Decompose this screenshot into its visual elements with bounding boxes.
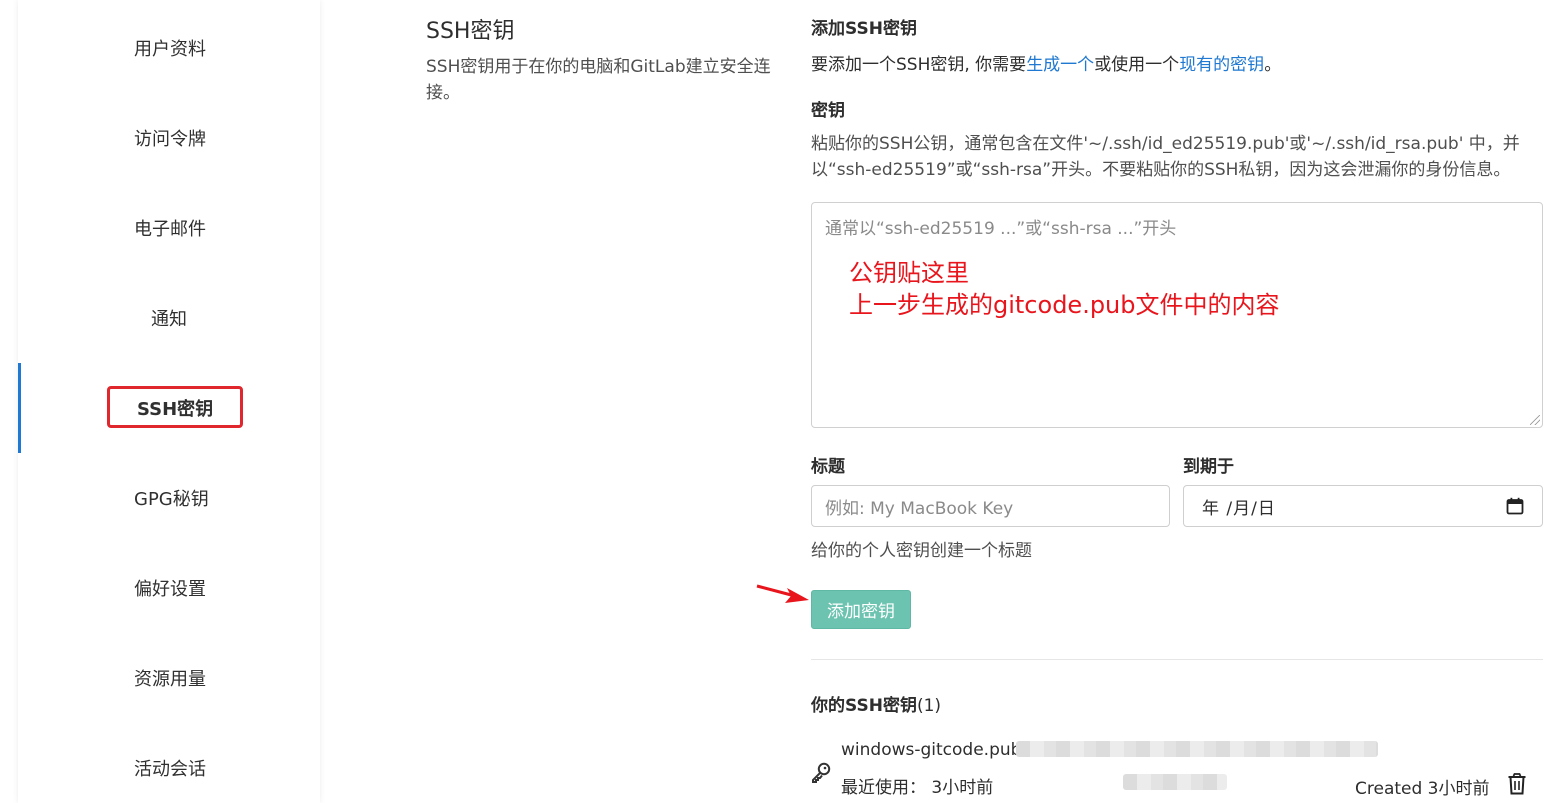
key-label: 密钥 [811,101,845,121]
sidebar-item-notifications[interactable]: 通知 [18,273,320,363]
key-last-used: 最近使用： 3小时前 [841,773,993,798]
generate-key-link[interactable]: 生成一个 [1026,55,1094,75]
sidebar-item-label: 访问令牌 [134,129,206,150]
sidebar-item-label: 用户资料 [134,39,206,60]
sidebar-item-label: 电子邮件 [134,219,206,240]
section-title: SSH密钥 [426,19,515,44]
arrow-annotation-icon [756,584,809,603]
sidebar-item-label: 通知 [151,309,187,330]
sidebar-item-profile[interactable]: 用户资料 [18,3,320,93]
resize-handle[interactable] [1530,415,1540,425]
annotation-line-1: 公钥贴这里 [849,259,969,287]
existing-key-link[interactable]: 现有的密钥 [1179,55,1264,75]
title-label: 标题 [811,457,845,477]
sidebar-item-emails[interactable]: 电子邮件 [18,183,320,273]
intro-text: 或使用一个 [1094,55,1180,75]
date-value: 年 /月/日 [1202,498,1276,519]
last-used-value: 3小时前 [931,778,994,798]
your-keys-heading: 你的SSH密钥(1) [811,691,941,716]
add-key-intro: 要添加一个SSH密钥, 你需要生成一个或使用一个现有的密钥。 [811,50,1281,75]
sidebar-item-label: 资源用量 [134,669,206,690]
key-list-item[interactable]: windows-gitcode.pub [841,740,1021,760]
ssh-keys-page: 用户资料 访问令牌 电子邮件 通知 SSH密钥 GPG秘钥 偏好设置 资源用量 … [0,0,1557,803]
key-name[interactable]: windows-gitcode.pub [841,740,1021,760]
redacted-expiry [1123,774,1227,790]
sidebar-item-usage[interactable]: 资源用量 [18,633,320,723]
sidebar-item-gpg-keys[interactable]: GPG秘钥 [18,453,320,543]
key-help-text: 粘贴你的SSH公钥，通常包含在文件'~/.ssh/id_ed25519.pub'… [811,134,1520,180]
keys-count: (1) [916,696,942,716]
sidebar-item-label: 偏好设置 [134,579,206,600]
sidebar-item-ssh-keys[interactable]: SSH密钥 [18,363,320,453]
sidebar-item-access-tokens[interactable]: 访问令牌 [18,93,320,183]
title-help-text: 给你的个人密钥创建一个标题 [811,541,1032,561]
calendar-icon[interactable] [1506,497,1524,515]
intro-text: 要添加一个SSH密钥, 你需要 [811,55,1027,75]
expires-label: 到期于 [1183,457,1234,477]
divider [811,659,1543,660]
section-description: SSH密钥用于在你的电脑和GitLab建立安全连接。 [426,57,771,103]
sidebar-item-label: SSH密钥 [137,399,214,420]
intro-text: 。 [1264,55,1282,75]
key-placeholder: 通常以“ssh-ed25519 ...”或“ssh-rsa ...”开头 [825,219,1177,239]
key-created: Created 3小时前 [1355,779,1490,799]
title-input[interactable]: 例如: My MacBook Key [811,485,1170,527]
add-key-heading: 添加SSH密钥 [811,19,917,39]
settings-sidebar: 用户资料 访问令牌 电子邮件 通知 SSH密钥 GPG秘钥 偏好设置 资源用量 … [18,0,320,803]
sidebar-item-label: GPG秘钥 [134,489,209,510]
add-key-button[interactable]: 添加密钥 [811,590,911,629]
last-used-label: 最近使用： [841,778,926,798]
sidebar-item-preferences[interactable]: 偏好设置 [18,543,320,633]
sidebar-item-label: 活动会话 [134,759,206,780]
annotation-line-2: 上一步生成的gitcode.pub文件中的内容 [849,291,1280,319]
sidebar-item-active-sessions[interactable]: 活动会话 [18,723,320,803]
trash-icon[interactable] [1507,773,1527,795]
key-icon [812,762,831,783]
expires-date-input[interactable]: 年 /月/日 [1183,485,1543,527]
redacted-fingerprint [1016,741,1378,757]
title-placeholder: 例如: My MacBook Key [825,498,1014,519]
keys-heading-text: 你的SSH密钥 [811,696,917,716]
